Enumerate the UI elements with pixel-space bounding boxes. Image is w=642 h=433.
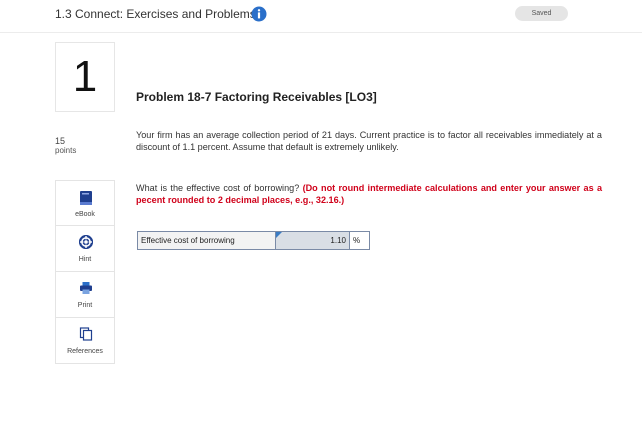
ebook-button[interactable]: eBook bbox=[55, 180, 115, 226]
print-label: Print bbox=[77, 302, 93, 309]
lifebuoy-icon bbox=[79, 235, 93, 249]
documents-icon bbox=[79, 327, 93, 341]
problem-question: What is the effective cost of borrowing?… bbox=[136, 183, 602, 206]
info-icon[interactable] bbox=[251, 6, 267, 22]
assignment-title: 1.3 Connect: Exercises and Problems bbox=[55, 7, 256, 21]
problem-heading: Problem 18-7 Factoring Receivables [LO3] bbox=[136, 90, 377, 104]
answer-unit: % bbox=[349, 231, 370, 250]
print-button[interactable]: Print bbox=[55, 272, 115, 318]
answer-label: Effective cost of borrowing bbox=[137, 231, 276, 250]
printer-icon bbox=[80, 282, 92, 294]
effective-cost-input[interactable] bbox=[276, 232, 349, 249]
references-button[interactable]: References bbox=[55, 318, 115, 364]
top-bar: 1.3 Connect: Exercises and Problems Save… bbox=[0, 0, 642, 33]
references-label: References bbox=[67, 348, 103, 355]
ebook-label: eBook bbox=[75, 211, 95, 218]
question-tools: eBook Hint Print References bbox=[55, 180, 115, 364]
answer-input-cell bbox=[275, 231, 350, 250]
answer-table: Effective cost of borrowing % bbox=[137, 231, 370, 250]
points-label: points bbox=[55, 146, 77, 155]
question-number: 1 bbox=[55, 42, 115, 112]
question-text: What is the effective cost of borrowing? bbox=[136, 183, 300, 193]
hint-button[interactable]: Hint bbox=[55, 226, 115, 272]
book-icon bbox=[80, 191, 92, 205]
saved-status-badge: Saved bbox=[515, 6, 568, 21]
answer-row: Effective cost of borrowing % bbox=[137, 231, 370, 250]
points-value: 15 bbox=[55, 136, 66, 146]
answer-flag-icon bbox=[276, 232, 282, 238]
hint-label: Hint bbox=[78, 256, 92, 263]
problem-text: Your firm has an average collection peri… bbox=[136, 130, 602, 152]
